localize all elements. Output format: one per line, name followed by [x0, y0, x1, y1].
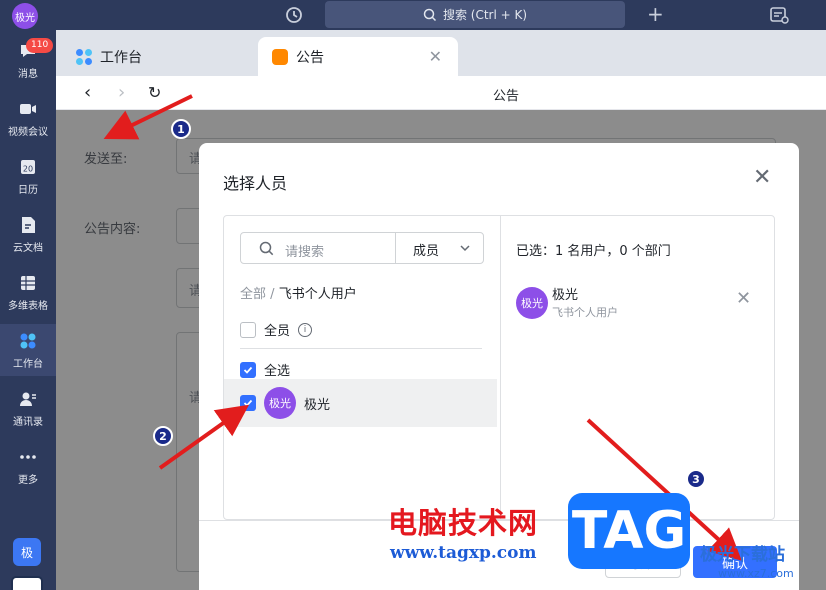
page-title: 公告 — [492, 89, 519, 104]
user-row[interactable]: 极光 极光 — [240, 387, 330, 419]
rail-item-label: 通讯录 — [13, 416, 43, 428]
watermark-site: 极光下载站 — [700, 545, 785, 565]
rail-item-label: 更多 — [18, 474, 38, 486]
plus-icon[interactable]: + — [647, 3, 664, 25]
selected-item: 极光 极光 飞书个人用户 ✕ — [516, 284, 761, 324]
member-search[interactable]: 请搜索 成员 — [240, 232, 484, 264]
search-placeholder: 请搜索 — [285, 245, 325, 260]
rail-item-label: 云文档 — [13, 242, 43, 254]
rail-item-label: 工作台 — [13, 358, 43, 370]
all-members-checkbox[interactable] — [240, 321, 256, 338]
all-members-label: 全员 — [264, 324, 291, 339]
rail-item-workbench[interactable]: 工作台 — [0, 324, 56, 376]
chevron-down-icon[interactable] — [459, 242, 471, 254]
calendar-icon: 20 — [21, 159, 35, 174]
video-icon — [20, 103, 36, 114]
checkmark-icon — [243, 366, 253, 374]
history-icon[interactable] — [283, 5, 305, 25]
tab-notice[interactable]: 公告 ✕ — [258, 37, 458, 76]
step-marker-3: 3 — [686, 469, 706, 489]
search-icon — [423, 8, 436, 21]
scope-select[interactable]: 成员 — [413, 240, 439, 259]
close-icon[interactable]: ✕ — [736, 288, 751, 309]
all-members-row[interactable]: 全员 i — [240, 320, 313, 339]
contacts-icon — [20, 392, 36, 406]
rail-item-base[interactable]: 多维表格 — [0, 266, 56, 318]
task-icon[interactable] — [768, 5, 790, 25]
org-avatar[interactable]: 极 — [13, 538, 41, 566]
workbench-icon — [20, 333, 36, 348]
rail-item-video-meeting[interactable]: 视频会议 — [0, 92, 56, 144]
select-all-label: 全选 — [264, 364, 291, 379]
avatar: 极光 — [264, 387, 296, 419]
unread-badge: 110 — [26, 38, 54, 53]
tab-workbench[interactable]: 工作台 — [62, 37, 257, 76]
tab-label: 公告 — [296, 49, 324, 66]
close-icon[interactable]: ✕ — [429, 47, 442, 66]
breadcrumb-current: 飞书个人用户 — [278, 287, 357, 302]
checkmark-icon — [243, 399, 253, 407]
watermark-logo: TAG — [568, 493, 690, 569]
selected-user-org: 飞书个人用户 — [552, 306, 618, 319]
select-all-row[interactable]: 全选 — [240, 360, 290, 379]
calendar-icon-day: 20 — [23, 164, 33, 173]
info-icon[interactable]: i — [298, 322, 313, 337]
user-name: 极光 — [304, 397, 331, 413]
tab-label: 工作台 — [100, 49, 142, 66]
rail-item-messages[interactable]: 消息 110 — [0, 34, 56, 86]
watermark-title: 电脑技术网 — [388, 506, 539, 540]
workbench-icon — [76, 48, 92, 65]
search-icon — [259, 241, 274, 256]
top-bar: 极光 搜索 (Ctrl + K) + — [0, 0, 826, 30]
rail-item-more[interactable]: 更多 — [0, 440, 56, 492]
watermark-site-url: www.xz7.com — [718, 567, 794, 580]
divider — [240, 348, 482, 349]
dialog-title: 选择人员 — [223, 174, 288, 193]
more-icon — [20, 454, 36, 459]
global-search-label: 搜索 (Ctrl + K) — [442, 8, 528, 22]
rail-item-contacts[interactable]: 通讯录 — [0, 382, 56, 434]
panel-divider — [500, 216, 501, 521]
rail-item-label: 日历 — [18, 184, 38, 196]
close-icon[interactable]: ✕ — [753, 165, 771, 190]
rail-item-docs[interactable]: 云文档 — [0, 208, 56, 260]
search-divider — [395, 233, 396, 263]
left-rail: 消息 110 视频会议 20 日历 云文档 多维表格 工作台 通讯录 更多 极 — [0, 30, 56, 590]
nav-bar: ‹ › ↻ 公告 — [56, 76, 826, 110]
tab-strip: 工作台 公告 ✕ — [56, 30, 826, 76]
rail-item-label: 多维表格 — [8, 300, 48, 312]
breadcrumb-root[interactable]: 全部 — [240, 287, 266, 302]
step-marker-2: 2 — [153, 426, 173, 446]
step-marker-1: 1 — [171, 119, 191, 139]
announcement-icon — [272, 48, 288, 65]
breadcrumb: 全部 / 飞书个人用户 — [240, 283, 357, 302]
global-search[interactable]: 搜索 (Ctrl + K) — [325, 1, 625, 28]
avatar: 极光 — [516, 287, 548, 319]
selected-summary: 已选：1 名用户，0 个部门 — [516, 244, 671, 259]
user-checkbox[interactable] — [240, 395, 256, 411]
rail-item-label: 视频会议 — [8, 126, 48, 138]
docs-icon — [22, 216, 35, 233]
watermark-url: www.tagxp.com — [390, 543, 537, 563]
rail-item-calendar[interactable]: 20 日历 — [0, 150, 56, 202]
user-avatar[interactable]: 极光 — [12, 3, 38, 29]
selected-user-name: 极光 — [552, 288, 579, 303]
app-icon[interactable] — [11, 576, 43, 590]
select-all-checkbox[interactable] — [240, 361, 256, 378]
rail-item-label: 消息 — [18, 68, 38, 80]
table-icon — [21, 275, 35, 290]
breadcrumb-separator: / — [270, 287, 275, 302]
